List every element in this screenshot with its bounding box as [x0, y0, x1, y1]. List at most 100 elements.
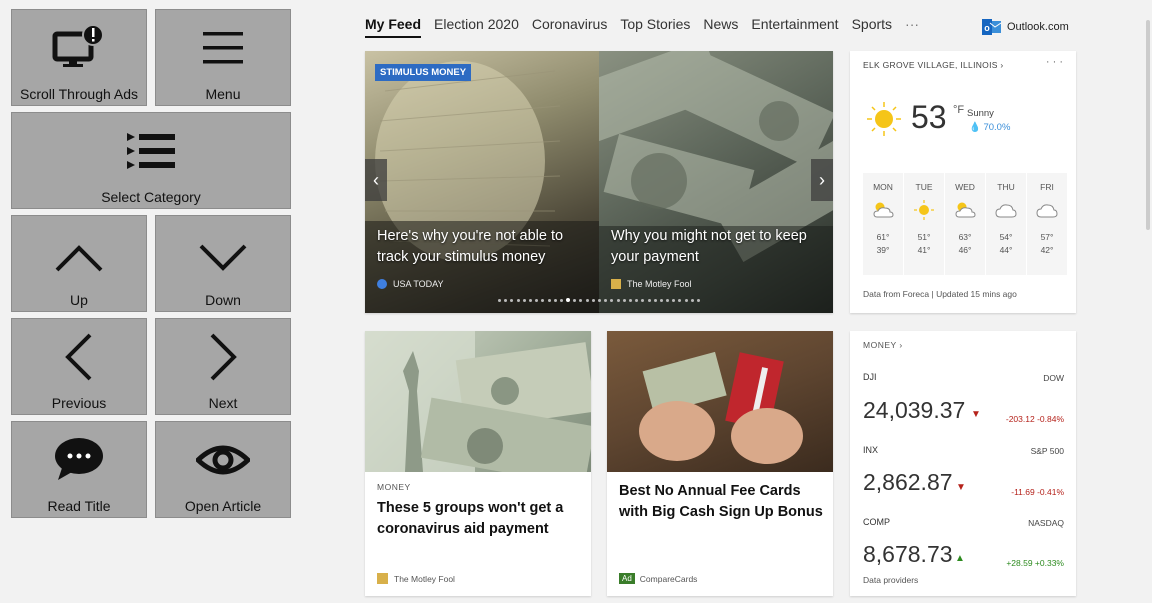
category-list-icon	[127, 133, 175, 169]
article-card[interactable]: MONEY These 5 groups won't get a coronav…	[365, 331, 591, 596]
forecast-day-name: FRI	[1040, 182, 1054, 192]
forecast-day[interactable]: WED 63° 46°	[945, 173, 985, 275]
tab-election-2020[interactable]: Election 2020	[434, 10, 519, 38]
carousel-dots[interactable]	[365, 298, 833, 302]
menu-button[interactable]: Menu	[155, 9, 291, 106]
ad-badge: Ad	[619, 573, 635, 584]
read-title-button[interactable]: Read Title	[11, 421, 147, 518]
hero-carousel[interactable]: STIMULUS MONEY Here's why you're not abl…	[365, 51, 833, 313]
hero-slide-1-source-name: USA TODAY	[393, 279, 444, 289]
motley-fool-logo-icon	[611, 279, 621, 289]
down-arrow-icon: ▼	[971, 409, 981, 420]
article-title[interactable]: These 5 groups won't get a coronavirus a…	[377, 498, 581, 540]
cloudy-icon	[995, 204, 1017, 218]
outlook-link[interactable]: o Outlook.com	[982, 19, 1069, 35]
stimulus-bills-image	[365, 331, 591, 472]
partly-sunny-icon	[955, 202, 976, 218]
weather-location[interactable]: ELK GROVE VILLAGE, ILLINOIS ›	[863, 60, 1004, 70]
carousel-prev-button[interactable]: ‹	[365, 159, 387, 201]
current-temperature: 53	[911, 99, 947, 135]
down-button[interactable]: Down	[155, 215, 291, 312]
article-source-name: The Motley Fool	[394, 573, 455, 584]
hero-slide-2[interactable]: Why you might not get to keep your payme…	[599, 51, 833, 313]
weather-card[interactable]: ELK GROVE VILLAGE, ILLINOIS › · · · 53 °…	[850, 51, 1076, 313]
hero-slide-2-source: The Motley Fool	[611, 279, 692, 289]
tab-coronavirus[interactable]: Coronavirus	[532, 10, 607, 38]
scrollbar-thumb[interactable]	[1146, 20, 1150, 230]
money-card[interactable]: MONEY › DJI DOW 24,039.37 ▼ -203.12 -0.8…	[850, 331, 1076, 596]
read-title-label: Read Title	[47, 498, 111, 514]
index-change: -11.69 -0.41%	[1011, 487, 1064, 497]
tab-my-feed[interactable]: My Feed	[365, 10, 422, 38]
chevron-up-icon	[55, 245, 103, 272]
forecast-day[interactable]: TUE 51° 41°	[904, 173, 944, 275]
ad-source: Ad CompareCards	[619, 573, 697, 584]
hero-slide-1-title[interactable]: Here's why you're not able to track your…	[377, 226, 591, 268]
hero-slide-1[interactable]: STIMULUS MONEY Here's why you're not abl…	[365, 51, 599, 313]
tab-entertainment[interactable]: Entertainment	[751, 10, 838, 38]
humidity: 💧 70.0%	[969, 122, 1011, 133]
forecast-high: 57°	[1040, 232, 1054, 242]
category-nav: My Feed Election 2020 Coronavirus Top St…	[365, 10, 932, 38]
hero-slide-1-source: USA TODAY	[377, 279, 444, 289]
forecast-day[interactable]: FRI 57° 42°	[1027, 173, 1067, 275]
scroll-ads-button[interactable]: Scroll Through Ads	[11, 9, 147, 106]
dollar-bills-image	[599, 51, 833, 313]
data-providers-link[interactable]: Data providers	[863, 575, 918, 585]
index-change: +28.59 +0.33%	[1006, 558, 1064, 568]
chevron-right-icon	[210, 333, 237, 381]
forecast-day-name: THU	[997, 182, 1015, 192]
forecast-day[interactable]: THU 54° 44°	[986, 173, 1026, 275]
article-source: The Motley Fool	[377, 573, 455, 584]
open-article-label: Open Article	[184, 498, 262, 514]
index-name: NASDAQ	[1028, 518, 1064, 528]
sunny-icon	[914, 200, 934, 220]
forecast-day[interactable]: MON 61° 39°	[863, 173, 903, 275]
temperature-unit[interactable]: °F	[953, 104, 964, 116]
statue-of-liberty-bill-illustration	[365, 331, 591, 472]
cash-and-card-image	[607, 331, 833, 472]
motley-fool-logo-icon	[377, 573, 388, 584]
weather-footer: Data from Foreca | Updated 15 mins ago	[863, 289, 1017, 299]
control-panel: Scroll Through Ads Menu Select Category …	[0, 0, 300, 603]
hero-slide-2-title[interactable]: Why you might not get to keep your payme…	[611, 226, 825, 268]
hamburger-menu-icon	[203, 32, 243, 64]
weather-more-button[interactable]: · · ·	[1046, 56, 1063, 68]
menu-label: Menu	[205, 86, 241, 102]
money-header[interactable]: MONEY ›	[863, 340, 903, 350]
ad-title[interactable]: Best No Annual Fee Cards with Big Cash S…	[619, 481, 823, 523]
tab-top-stories[interactable]: Top Stories	[620, 10, 690, 38]
hero-category-tag: STIMULUS MONEY	[375, 64, 472, 81]
usa-today-logo-icon	[377, 279, 387, 289]
down-arrow-icon: ▼	[956, 482, 966, 493]
forecast-low: 44°	[999, 245, 1013, 255]
open-article-button[interactable]: Open Article	[155, 421, 291, 518]
index-name: DOW	[1043, 373, 1064, 383]
partly-sunny-icon	[873, 202, 894, 218]
index-value[interactable]: 24,039.37	[863, 397, 965, 424]
tab-sports[interactable]: Sports	[852, 10, 892, 38]
tab-news[interactable]: News	[703, 10, 738, 38]
monitor-alert-icon	[52, 24, 104, 67]
next-button[interactable]: Next	[155, 318, 291, 415]
index-value[interactable]: 2,862.87	[863, 469, 953, 496]
outlook-label: Outlook.com	[1007, 21, 1069, 33]
more-tabs-button[interactable]: ···	[905, 10, 919, 38]
forecast-high: 61°	[876, 232, 890, 242]
forecast-days: MON 61° 39° TUE 51° 41° WED 63° 46° THU …	[863, 173, 1068, 275]
carousel-next-button[interactable]: ›	[811, 159, 833, 201]
ad-card[interactable]: Best No Annual Fee Cards with Big Cash S…	[607, 331, 833, 596]
up-button[interactable]: Up	[11, 215, 147, 312]
forecast-high: 51°	[917, 232, 931, 242]
previous-button[interactable]: Previous	[11, 318, 147, 415]
scrollbar[interactable]	[1144, 0, 1152, 603]
forecast-high: 63°	[958, 232, 972, 242]
forecast-day-name: MON	[873, 182, 893, 192]
index-value[interactable]: 8,678.73	[863, 541, 953, 568]
select-category-button[interactable]: Select Category	[11, 112, 291, 209]
news-feed: My Feed Election 2020 Coronavirus Top St…	[295, 0, 1152, 603]
sunny-icon	[867, 102, 901, 136]
weather-condition: Sunny	[967, 108, 994, 119]
check-roll-image	[365, 61, 599, 313]
index-name: S&P 500	[1030, 446, 1064, 456]
